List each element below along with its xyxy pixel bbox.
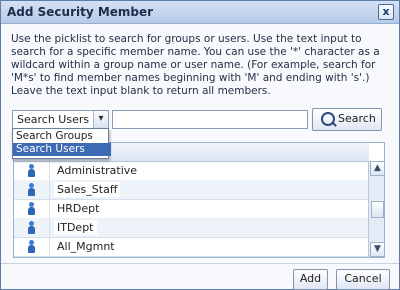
member-name: Sales_Staff	[54, 182, 121, 197]
search-type-select[interactable]: Search Users ▾	[12, 110, 109, 129]
add-security-member-dialog: Add Security Member x Use the picklist t…	[0, 0, 400, 290]
search-type-dropdown: Search Groups Search Users	[12, 128, 111, 159]
member-list-scrollbar[interactable]: ▲ ▼	[368, 161, 384, 257]
row-icon-cell	[14, 237, 50, 256]
row-icon-cell	[14, 199, 50, 218]
row-icon-cell	[14, 161, 50, 180]
search-groups-option[interactable]: Search Groups	[13, 130, 111, 143]
member-name: HRDept	[54, 201, 103, 216]
footer-divider	[1, 263, 399, 264]
search-icon	[321, 112, 335, 126]
member-row[interactable]: Administrative	[14, 161, 369, 181]
close-icon[interactable]: x	[378, 4, 394, 20]
scroll-up-icon[interactable]: ▲	[370, 161, 384, 176]
search-users-option[interactable]: Search Users	[13, 143, 111, 156]
search-type-selected-label: Search Users	[17, 113, 90, 126]
member-name: All_Mgmnt	[54, 239, 118, 254]
scroll-thumb[interactable]	[371, 201, 384, 218]
member-row[interactable]: HRDept	[14, 199, 369, 219]
dropdown-arrow-icon[interactable]: ▾	[93, 111, 108, 128]
instructions-text: Use the picklist to search for groups or…	[11, 33, 380, 97]
member-list: ember Administrative Sales_Staff HRDept	[13, 142, 385, 258]
scroll-down-icon[interactable]: ▼	[370, 242, 384, 257]
member-row[interactable]: All_Mgmnt	[14, 237, 369, 257]
add-button[interactable]: Add	[293, 269, 328, 290]
member-name: Administrative	[54, 163, 141, 178]
search-button-label: Search	[338, 112, 376, 125]
row-icon-cell	[14, 218, 50, 237]
dialog-title: Add Security Member	[7, 5, 154, 19]
cancel-button[interactable]: Cancel	[336, 269, 390, 290]
search-button[interactable]: Search	[312, 108, 382, 131]
member-search-input[interactable]	[112, 110, 308, 129]
dialog-titlebar: Add Security Member x	[1, 1, 399, 24]
user-icon	[27, 183, 35, 196]
member-row[interactable]: ITDept	[14, 218, 369, 238]
member-row[interactable]: Sales_Staff	[14, 180, 369, 200]
user-icon	[27, 221, 35, 234]
row-icon-cell	[14, 180, 50, 199]
member-name: ITDept	[54, 220, 97, 235]
user-icon	[27, 164, 35, 177]
user-icon	[27, 202, 35, 215]
user-icon	[27, 240, 35, 253]
